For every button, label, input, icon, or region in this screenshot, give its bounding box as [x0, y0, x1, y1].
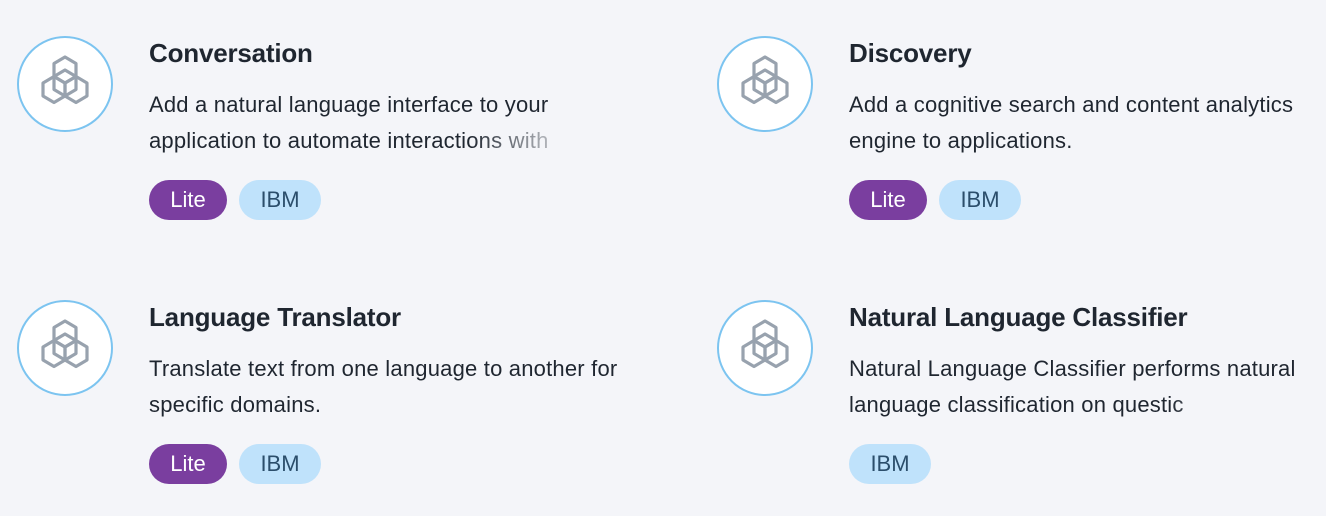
lite-plan-badge: Lite: [849, 180, 927, 220]
service-card-language-translator[interactable]: Language Translator Translate text from …: [17, 300, 637, 516]
service-title[interactable]: Discovery: [849, 36, 1326, 70]
service-card-discovery[interactable]: Discovery Add a cognitive search and con…: [717, 36, 1326, 256]
service-logo: [717, 36, 813, 132]
service-title[interactable]: Natural Language Classifier: [849, 300, 1326, 334]
service-title[interactable]: Language Translator: [149, 300, 637, 334]
service-title[interactable]: Conversation: [149, 36, 637, 70]
service-tags: Lite IBM: [149, 444, 321, 484]
service-logo: [17, 36, 113, 132]
service-logo: [17, 300, 113, 396]
text-fade-overlay: [469, 123, 619, 159]
service-tags: IBM: [849, 444, 931, 484]
service-description: Add a cognitive search and content analy…: [849, 92, 1294, 153]
service-description: Natural Language Classifier performs nat…: [849, 351, 1319, 423]
service-catalog-grid: Conversation Add a natural language inte…: [0, 0, 1326, 516]
service-tags: Lite IBM: [149, 180, 321, 220]
service-logo: [717, 300, 813, 396]
watson-hexagon-icon: [741, 319, 789, 369]
watson-hexagon-icon: [741, 55, 789, 105]
lite-plan-badge: Lite: [149, 180, 227, 220]
service-card-conversation[interactable]: Conversation Add a natural language inte…: [17, 36, 637, 256]
provider-badge: IBM: [239, 444, 321, 484]
service-description: Translate text from one language to anot…: [149, 356, 618, 417]
watson-hexagon-icon: [41, 55, 89, 105]
service-description: Add a natural language interface to your…: [149, 87, 619, 159]
provider-badge: IBM: [849, 444, 931, 484]
service-card-natural-language-classifier[interactable]: Natural Language Classifier Natural Lang…: [717, 300, 1326, 516]
lite-plan-badge: Lite: [149, 444, 227, 484]
service-tags: Lite IBM: [849, 180, 1021, 220]
watson-hexagon-icon: [41, 319, 89, 369]
text-fade-overlay: [1169, 387, 1319, 423]
provider-badge: IBM: [239, 180, 321, 220]
provider-badge: IBM: [939, 180, 1021, 220]
